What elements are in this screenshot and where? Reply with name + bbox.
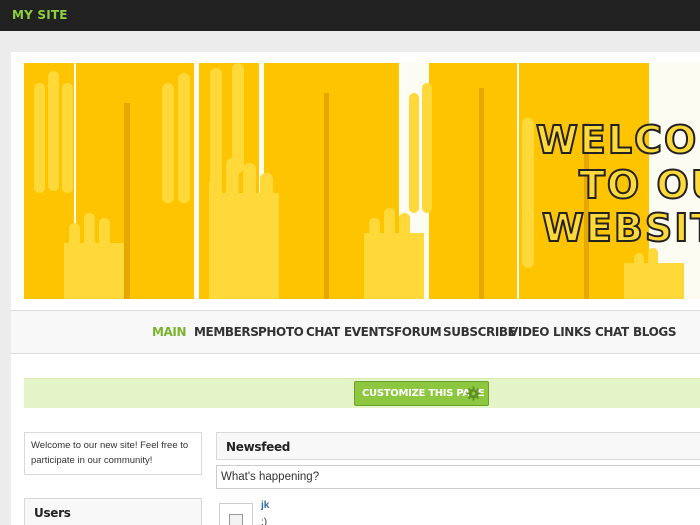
welcome-text: Welcome to our new site! Feel free to pa…: [31, 440, 189, 466]
nav-item-members[interactable]: MEMBERS: [194, 325, 259, 339]
nav-item-forum[interactable]: FORUM: [394, 325, 442, 339]
customize-bar: CUSTOMIZE THIS PAGE: [24, 378, 700, 408]
nav-item-photo[interactable]: PHOTO: [258, 325, 304, 339]
banner-welcome-line-3: WEBSIT: [542, 206, 700, 250]
nav-item-video[interactable]: VIDEO: [509, 325, 550, 339]
top-bar: MY SITE: [0, 0, 700, 31]
page-container: WELCO TO OU WEBSIT MAIN MEMBERS PHOTO CH…: [11, 52, 700, 525]
banner-welcome-line-1: WELCO: [536, 118, 698, 162]
nav-item-chat-2[interactable]: CHAT: [595, 325, 629, 339]
gear-icon: [466, 386, 481, 401]
users-title: Users: [34, 506, 71, 520]
status-input[interactable]: [216, 465, 700, 489]
users-widget-header: Users: [24, 498, 202, 525]
nav-item-main[interactable]: MAIN: [152, 325, 187, 339]
nav-item-links[interactable]: LINKS: [553, 325, 592, 339]
nav-item-events[interactable]: EVENTS: [344, 325, 395, 339]
newsfeed-title: Newsfeed: [226, 440, 291, 454]
post-author-link[interactable]: jk: [261, 500, 269, 511]
welcome-widget: Welcome to our new site! Feel free to pa…: [24, 432, 202, 475]
nav-item-chat[interactable]: CHAT: [306, 325, 340, 339]
newsfeed-header: Newsfeed: [216, 432, 700, 460]
nav-item-subscribe[interactable]: SUBSCRIBE: [443, 325, 516, 339]
broken-image-icon: [229, 514, 243, 525]
customize-page-button[interactable]: CUSTOMIZE THIS PAGE: [354, 381, 489, 406]
main-navigation: MAIN MEMBERS PHOTO CHAT EVENTS FORUM SUB…: [11, 310, 700, 354]
banner-welcome-line-2: TO OU: [579, 163, 700, 207]
nav-item-blogs[interactable]: BLOGS: [633, 325, 676, 339]
banner-image: WELCO TO OU WEBSIT: [24, 63, 700, 299]
post-text: :): [261, 517, 268, 525]
avatar[interactable]: [219, 503, 253, 525]
site-title[interactable]: MY SITE: [12, 8, 68, 22]
